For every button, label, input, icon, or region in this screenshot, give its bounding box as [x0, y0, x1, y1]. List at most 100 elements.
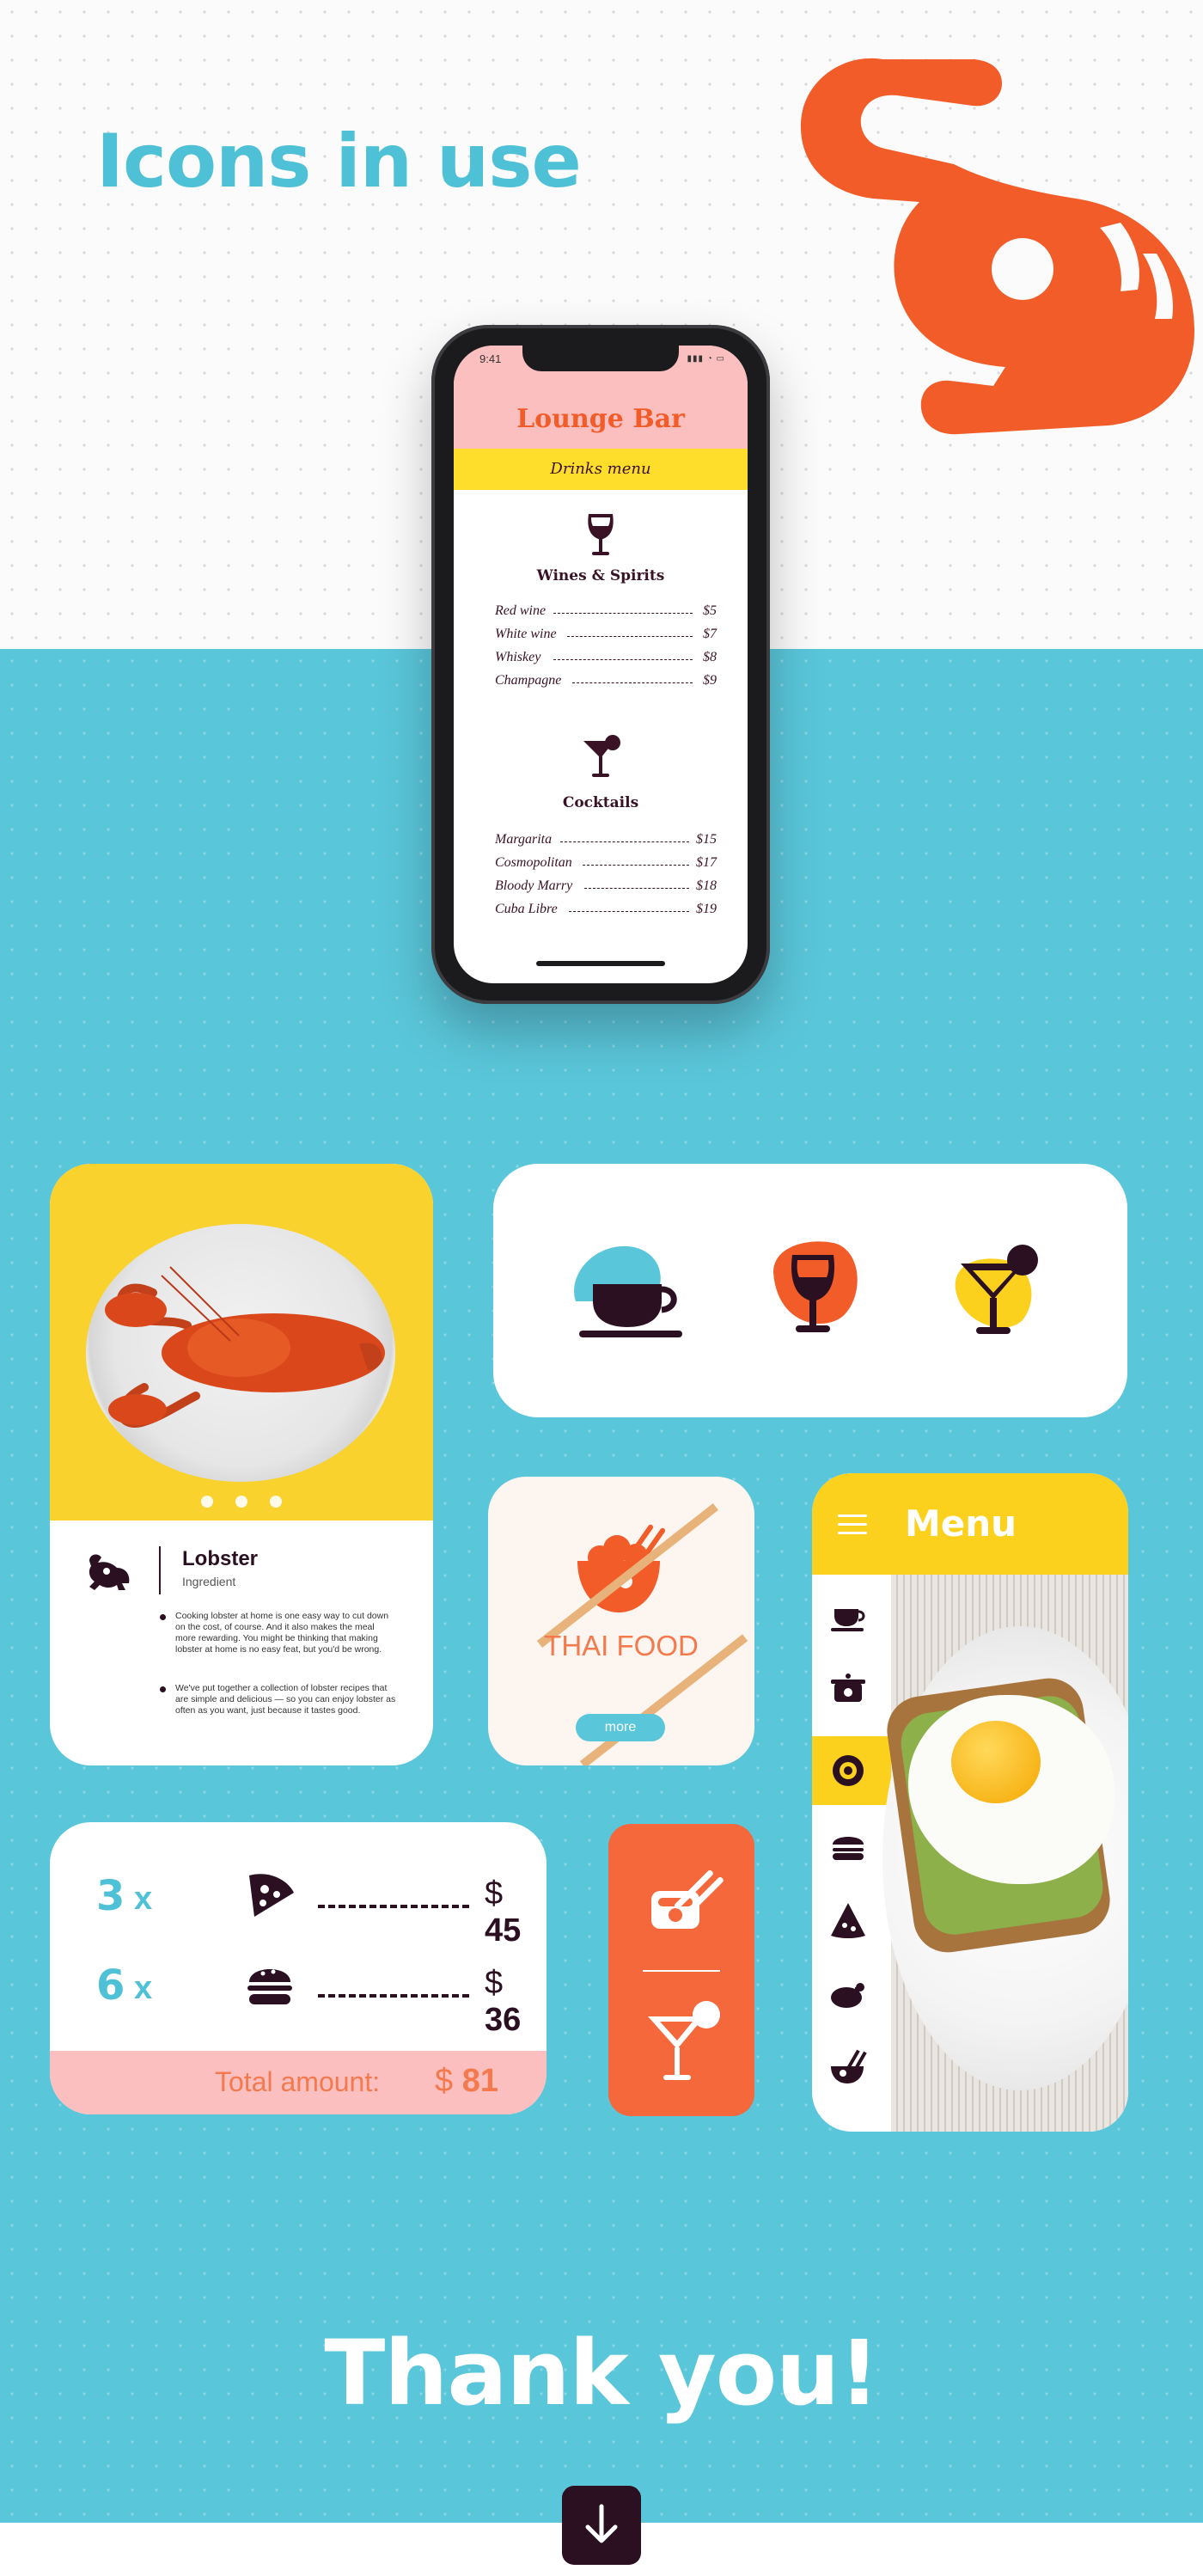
- menu-row[interactable]: Champagne $9: [495, 673, 717, 692]
- app-title: Lounge Bar: [516, 404, 685, 434]
- item-price: $17: [696, 855, 717, 870]
- carousel-dot[interactable]: [201, 1496, 213, 1508]
- shrimp-icon: [800, 58, 1194, 435]
- times-sign: x: [134, 1970, 153, 2006]
- dot-leader: [553, 613, 693, 614]
- scroll-down-button[interactable]: [562, 2486, 641, 2565]
- item-price: $18: [696, 878, 717, 893]
- divider: [643, 1970, 720, 1972]
- description-bullet: We've put together a collection of lobst…: [160, 1683, 396, 1716]
- dash-leader: [318, 1905, 469, 1908]
- wine-glass-icon: [773, 1241, 858, 1332]
- item-price: $7: [703, 627, 717, 641]
- lobster-image: [105, 1266, 385, 1428]
- ingredient-name: Lobster: [182, 1547, 259, 1570]
- status-icons: ▮▮▮ ◔ ▭: [687, 354, 725, 364]
- quantity: 6: [96, 1961, 125, 2010]
- menu-row[interactable]: Bloody Marry $18: [495, 878, 717, 897]
- total-bar: Total amount: $ 81: [50, 2051, 547, 2114]
- fried-egg-icon[interactable]: [826, 1748, 870, 1793]
- dash-leader: [318, 1994, 469, 1998]
- arrow-down-icon: [585, 2504, 618, 2543]
- sushi-icon: [651, 1869, 724, 1929]
- item-name: Champagne: [495, 673, 562, 688]
- dot-leader: [553, 659, 693, 660]
- cocktail-icon: [583, 735, 620, 777]
- order-row: 6 x $ 36: [96, 1956, 543, 2038]
- noodles-icon[interactable]: [826, 2046, 870, 2090]
- item-price: $8: [703, 650, 717, 664]
- section-title-wines: Wines & Spirits: [536, 567, 665, 584]
- wine-glass-icon: [588, 514, 614, 555]
- section-title-cocktails: Cocktails: [562, 794, 639, 811]
- cocktail-icon: [955, 1245, 1038, 1334]
- total-label: Total amount:: [215, 2066, 381, 2097]
- lobster-photo: [50, 1164, 433, 1521]
- item-price: $5: [703, 603, 717, 618]
- phone-mockup: 9:41 ▮▮▮ ◔ ▭ Lounge Bar Drinks menu Wine…: [431, 325, 770, 1004]
- burger-icon[interactable]: [826, 1824, 870, 1869]
- line-price: $ 36: [485, 1965, 522, 2038]
- item-name: White wine: [495, 627, 557, 641]
- phone-notch: [522, 346, 679, 371]
- item-name: Whiskey: [495, 650, 541, 664]
- app-subtitle: Drinks menu: [454, 449, 748, 490]
- egg-yolk: [951, 1721, 1041, 1803]
- item-name: Cuba Libre: [495, 902, 558, 916]
- coffee-cup-icon: [574, 1245, 682, 1337]
- menu-row[interactable]: White wine $7: [495, 627, 717, 646]
- total-amount: $ 81: [435, 2063, 498, 2099]
- thai-food-title: THAI FOOD: [544, 1630, 699, 1661]
- item-name: Margarita: [495, 832, 553, 847]
- order-row: 3 x $ 45: [96, 1867, 543, 1949]
- carousel-dot[interactable]: [270, 1496, 282, 1508]
- item-price: $15: [696, 832, 717, 847]
- coffee-cup-icon[interactable]: [826, 1594, 870, 1638]
- menu-row[interactable]: Red wine $5: [495, 603, 717, 622]
- item-name: Bloody Marry: [495, 878, 573, 893]
- hamburger-menu-icon[interactable]: [838, 1514, 867, 1535]
- description-bullet: Cooking lobster at home is one easy way …: [160, 1611, 397, 1655]
- roast-chicken-icon[interactable]: [826, 1972, 870, 2016]
- more-button[interactable]: more: [576, 1714, 665, 1741]
- times-sign: x: [134, 1881, 153, 1917]
- cocktail-icon: [648, 2001, 720, 2080]
- status-time: 9:41: [479, 352, 502, 365]
- dot-leader: [569, 911, 689, 912]
- burger-icon: [247, 1969, 292, 2004]
- lobster-card[interactable]: Lobster Ingredient Cooking lobster at ho…: [50, 1164, 433, 1765]
- phone-screen: 9:41 ▮▮▮ ◔ ▭ Lounge Bar Drinks menu Wine…: [454, 346, 748, 983]
- thank-you-heading: Thank you!: [324, 2321, 879, 2426]
- dot-leader: [560, 841, 689, 842]
- item-name: Cosmopolitan: [495, 855, 572, 870]
- orange-icons-card: [608, 1824, 754, 2116]
- menu-row[interactable]: Cosmopolitan $17: [495, 855, 717, 874]
- dot-leader: [572, 682, 693, 683]
- menu-row[interactable]: Cuba Libre $19: [495, 902, 717, 921]
- pot-icon[interactable]: [826, 1666, 870, 1710]
- dot-leader: [567, 636, 693, 637]
- line-price: $ 45: [485, 1875, 522, 1949]
- carousel-dot[interactable]: [235, 1496, 247, 1508]
- menu-row[interactable]: Whiskey $8: [495, 650, 717, 669]
- breakfast-photo: [882, 1575, 1128, 2132]
- item-price: $19: [696, 902, 717, 916]
- menu-title: Menu: [905, 1502, 1017, 1545]
- ingredient-type: Ingredient: [182, 1575, 236, 1588]
- divider: [159, 1546, 161, 1594]
- page-heading: Icons in use: [96, 119, 582, 205]
- lobster-icon: [89, 1554, 130, 1590]
- menu-card: Menu: [812, 1473, 1128, 2132]
- order-summary-card: 3 x $ 45 6 x $ 36 Total amount: $ 81: [50, 1822, 547, 2114]
- menu-row[interactable]: Margarita $15: [495, 832, 717, 851]
- home-indicator[interactable]: [536, 961, 665, 966]
- pizza-icon[interactable]: [826, 1898, 870, 1943]
- thai-food-card[interactable]: THAI FOOD more: [488, 1477, 754, 1765]
- dot-leader: [583, 865, 689, 866]
- icons-card: [493, 1164, 1127, 1417]
- item-price: $9: [703, 673, 717, 688]
- dot-leader: [584, 888, 689, 889]
- pizza-icon: [249, 1874, 294, 1917]
- item-name: Red wine: [495, 603, 547, 618]
- quantity: 3: [96, 1872, 125, 1920]
